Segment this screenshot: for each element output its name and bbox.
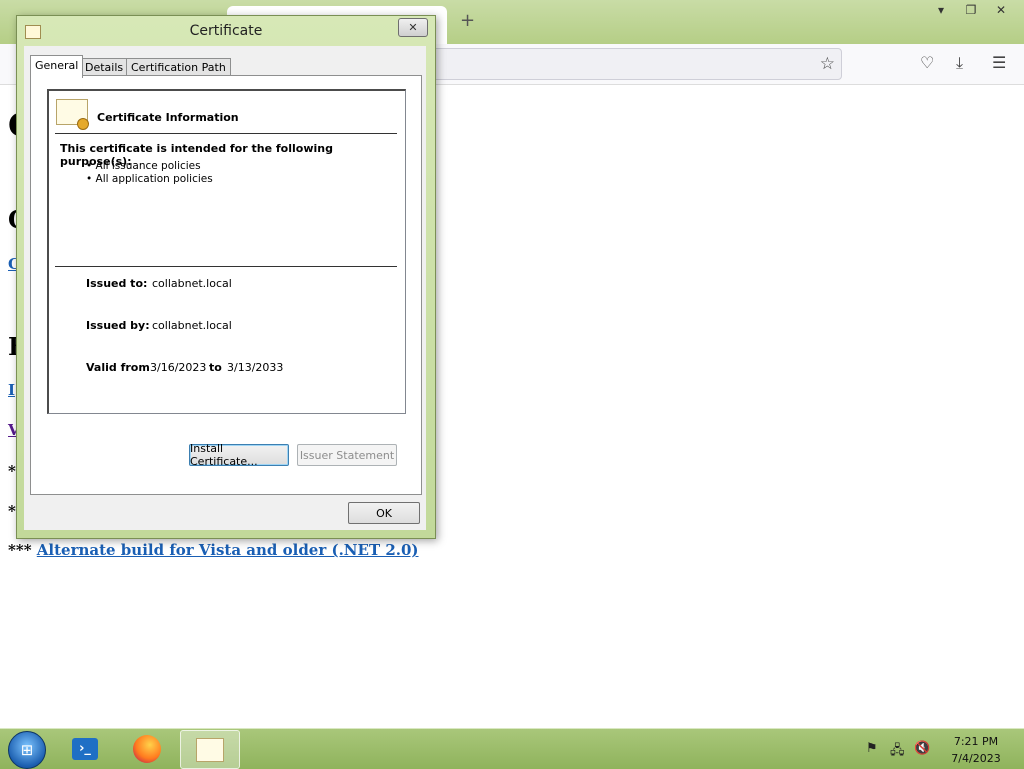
alternate-build-link[interactable]: Alternate build for Vista and older (.NE…	[37, 541, 419, 559]
certificate-dialog: Certificate ✕ General Details Certificat…	[16, 15, 436, 539]
dialog-title: Certificate	[189, 23, 263, 39]
certificate-info-box: Certificate Information This certificate…	[47, 89, 406, 414]
volume-muted-icon[interactable]: 🔇	[914, 741, 930, 756]
ok-button[interactable]: OK	[348, 502, 420, 524]
issued-to-value: collabnet.local	[152, 277, 232, 290]
valid-from-value: 3/16/2023	[150, 361, 207, 374]
purpose-item: • All application policies	[86, 173, 213, 185]
page-link[interactable]: I	[8, 381, 15, 399]
close-window-button[interactable]: ✕	[986, 0, 1016, 20]
divider	[55, 266, 397, 267]
purpose-item: • All issuance policies	[86, 160, 201, 172]
menu-icon[interactable]: ☰	[992, 53, 1006, 72]
valid-from-label: Valid from	[86, 361, 150, 374]
issued-by-label: Issued by:	[86, 319, 150, 332]
clock-date[interactable]: 7/4/2023	[946, 752, 1006, 765]
network-icon[interactable]: 🖧	[890, 741, 905, 763]
window-controls: ▾ ❐ ✕	[926, 0, 1016, 20]
pocket-icon[interactable]: ♡	[920, 53, 934, 72]
taskbar-certificate[interactable]	[180, 730, 240, 769]
new-tab-button[interactable]: +	[460, 10, 475, 31]
restore-button[interactable]: ❐	[956, 0, 986, 20]
powershell-icon: ›_	[72, 737, 98, 760]
issued-to-label: Issued to:	[86, 277, 148, 290]
clock-time[interactable]: 7:21 PM	[946, 735, 1006, 748]
valid-to-label: to	[209, 361, 222, 374]
page-line-alternate-build: *** Alternate build for Vista and older …	[8, 541, 419, 559]
certificate-icon	[56, 99, 89, 130]
taskbar: ⊞ ›_ ⚑ 🖧 🔇 7:21 PM 7/4/2023	[0, 728, 1024, 769]
download-icon[interactable]: ⤓	[956, 53, 963, 73]
issuer-statement-button[interactable]: Issuer Statement	[297, 444, 397, 466]
start-button[interactable]: ⊞	[8, 731, 46, 769]
bookmark-star-icon[interactable]: ☆	[820, 54, 835, 74]
issued-by-value: collabnet.local	[152, 319, 232, 332]
tab-general[interactable]: General	[30, 55, 84, 78]
page-bullet: *	[8, 462, 16, 480]
list-tabs-button[interactable]: ▾	[926, 0, 956, 20]
page-bullet: *	[8, 502, 16, 520]
taskbar-firefox[interactable]	[118, 730, 176, 767]
line-prefix: ***	[8, 541, 32, 559]
windows-logo-icon: ⊞	[20, 741, 34, 759]
certificate-icon	[196, 737, 224, 762]
action-center-flag-icon[interactable]: ⚑	[866, 741, 878, 756]
url-bar[interactable]: ☆	[430, 48, 842, 80]
valid-to-value: 3/13/2033	[227, 361, 284, 374]
taskbar-powershell[interactable]: ›_	[56, 730, 114, 767]
dialog-close-button[interactable]: ✕	[398, 18, 428, 37]
dialog-client: General Details Certification Path Certi…	[24, 46, 426, 530]
divider	[55, 133, 397, 134]
general-tab-panel: Certificate Information This certificate…	[30, 75, 422, 495]
install-certificate-button[interactable]: Install Certificate...	[189, 442, 289, 468]
firefox-icon	[133, 734, 161, 763]
certificate-info-title: Certificate Information	[97, 111, 239, 124]
